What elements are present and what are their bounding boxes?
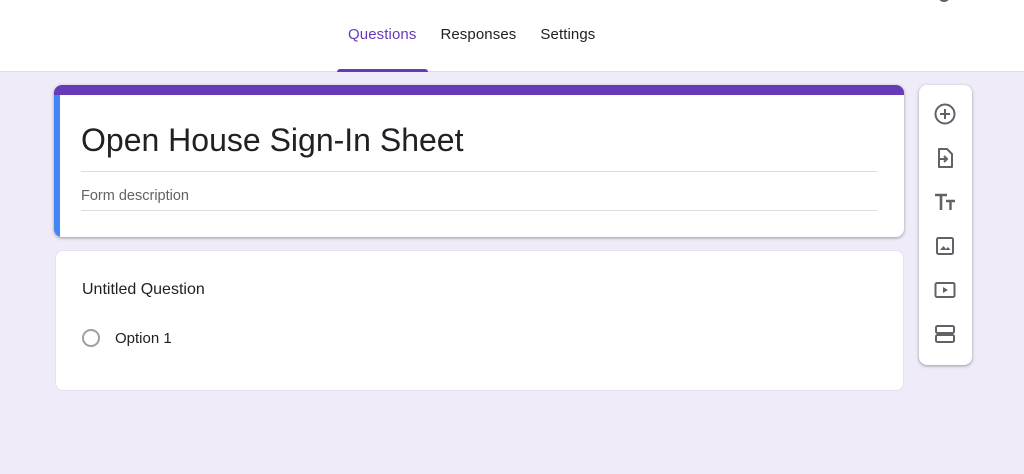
- add-title-button[interactable]: [930, 187, 960, 217]
- section-icon: [935, 325, 955, 343]
- question-card[interactable]: Untitled Question Option 1: [55, 250, 904, 391]
- active-card-indicator: [54, 95, 60, 237]
- add-video-button[interactable]: [930, 275, 960, 305]
- option-row[interactable]: Option 1: [82, 329, 172, 347]
- add-question-button[interactable]: [930, 99, 960, 129]
- top-bar: Questions Responses Settings: [0, 0, 1024, 72]
- tab-questions[interactable]: Questions: [336, 0, 429, 72]
- form-description-input[interactable]: Form description: [81, 186, 877, 211]
- title-text-icon: [935, 193, 955, 210]
- add-image-button[interactable]: [930, 231, 960, 261]
- tab-questions-label: Questions: [348, 25, 417, 43]
- add-circle-icon: [934, 103, 956, 125]
- account-icon[interactable]: [938, 0, 950, 2]
- add-section-button[interactable]: [930, 319, 960, 349]
- tab-settings[interactable]: Settings: [528, 0, 607, 72]
- form-title-input[interactable]: Open House Sign-In Sheet: [81, 119, 877, 172]
- floating-toolbar: [919, 85, 972, 365]
- option-label[interactable]: Option 1: [115, 330, 172, 347]
- tab-bar: Questions Responses Settings: [336, 0, 607, 72]
- question-title[interactable]: Untitled Question: [82, 281, 205, 299]
- import-questions-icon: [938, 148, 953, 168]
- form-header-card[interactable]: Open House Sign-In Sheet Form descriptio…: [54, 85, 904, 237]
- tab-responses[interactable]: Responses: [428, 0, 528, 72]
- video-icon: [934, 282, 956, 298]
- import-questions-button[interactable]: [930, 143, 960, 173]
- tab-responses-label: Responses: [440, 25, 517, 43]
- radio-button-icon: [82, 329, 100, 347]
- image-icon: [936, 237, 954, 255]
- tab-settings-label: Settings: [540, 25, 596, 43]
